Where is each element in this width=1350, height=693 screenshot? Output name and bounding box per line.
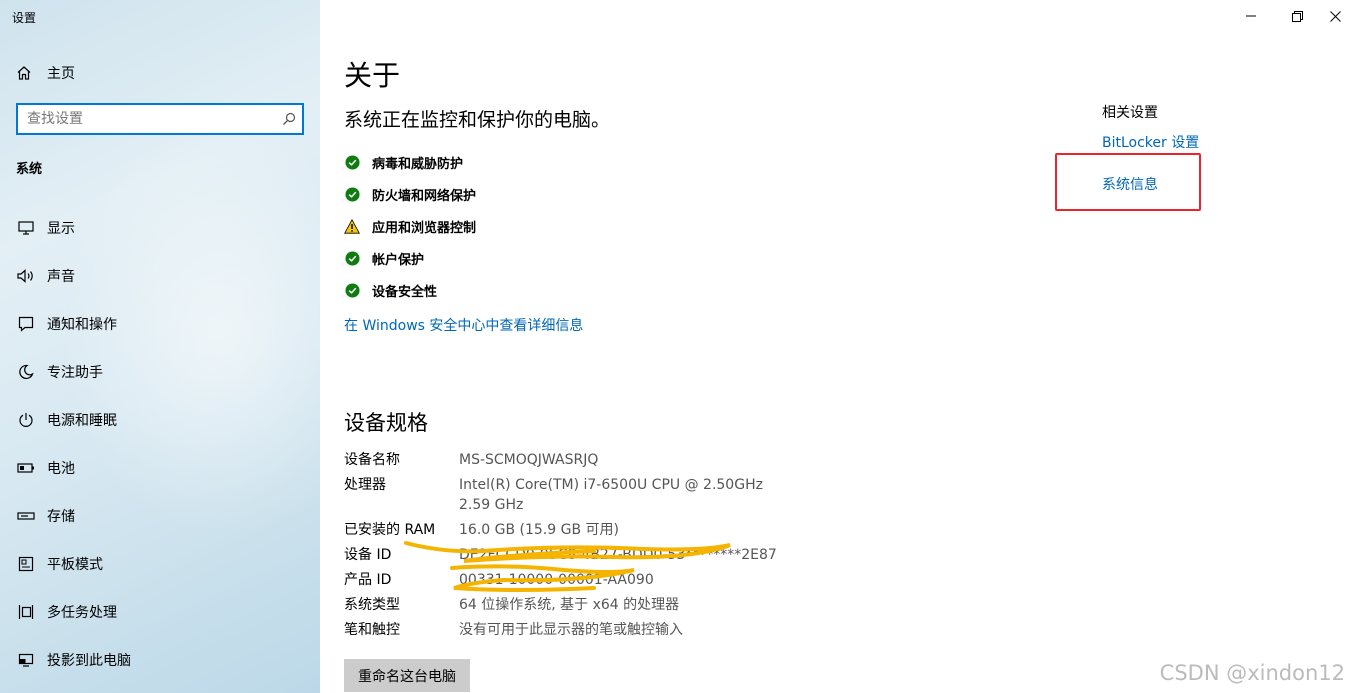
spec-key: 处理器 [344, 477, 386, 493]
sidebar-item-label: 平板模式 [47, 557, 103, 573]
security-center-link[interactable]: 在 Windows 安全中心中查看详细信息 [344, 315, 583, 335]
sidebar-item-label: 声音 [47, 269, 75, 285]
spec-key: 产品 ID [344, 572, 392, 588]
status-item-device-security: 设备安全性 [344, 274, 476, 306]
sidebar: 设置 主页 系统 显示 声音 [0, 0, 320, 693]
related-settings-title: 相关设置 [1102, 105, 1158, 121]
spec-value: MS-SCMOQJWASRJQ [459, 452, 599, 468]
sidebar-item-display[interactable]: 显示 [0, 204, 320, 252]
bitlocker-settings-link[interactable]: BitLocker 设置 [1102, 132, 1199, 152]
annotation-highlight-box [1055, 153, 1201, 211]
sidebar-item-multitasking[interactable]: 多任务处理 [0, 588, 320, 636]
spec-value: Intel(R) Core(TM) i7-6500U CPU @ 2.50GHz… [459, 477, 763, 513]
speaker-icon [16, 266, 36, 286]
check-circle-icon [344, 186, 360, 202]
moon-icon [16, 362, 36, 382]
status-label: 帐户保护 [372, 252, 425, 268]
home-label: 主页 [47, 66, 75, 82]
spec-key: 系统类型 [344, 597, 400, 613]
spec-key: 设备 ID [344, 547, 392, 563]
sidebar-item-storage[interactable]: 存储 [0, 492, 320, 540]
status-label: 防火墙和网络保护 [372, 188, 477, 204]
home-icon [17, 66, 31, 80]
sidebar-item-focus-assist[interactable]: 专注助手 [0, 348, 320, 396]
search-box[interactable] [16, 103, 304, 135]
status-label: 应用和浏览器控制 [372, 220, 477, 236]
warning-icon [344, 218, 360, 234]
sidebar-nav: 显示 声音 通知和操作 专注助手 电源和睡眠 电池 存储 平板模式 多任务处理 … [0, 204, 320, 684]
spec-key: 已安装的 RAM [344, 522, 436, 538]
spec-row: 系统类型 64 位操作系统, 基于 x64 的处理器 [344, 595, 779, 615]
status-list: 病毒和威胁防护 防火墙和网络保护 应用和浏览器控制 帐户保护 设备安全性 [344, 146, 476, 306]
spec-key: 设备名称 [344, 452, 400, 468]
spec-row: 处理器 Intel(R) Core(TM) i7-6500U CPU @ 2.5… [344, 475, 779, 515]
check-circle-icon [344, 282, 360, 298]
battery-icon [16, 458, 36, 478]
search-input[interactable] [18, 105, 276, 133]
sidebar-item-label: 通知和操作 [47, 317, 117, 333]
message-icon [16, 314, 36, 334]
status-label: 病毒和威胁防护 [372, 156, 464, 172]
spec-row: 设备 ID DE2FCCD0-95C8-4B27-BDD0-53********… [344, 541, 779, 565]
sidebar-item-label: 电池 [47, 461, 75, 477]
power-icon [16, 410, 36, 430]
tablet-icon [16, 554, 36, 574]
spec-row: 设备名称 MS-SCMOQJWASRJQ [344, 450, 779, 470]
spec-value: 00331-10000-00001-AA090 [459, 572, 654, 588]
sidebar-item-label: 显示 [47, 221, 75, 237]
spec-value: 16.0 GB (15.9 GB 可用) [459, 522, 619, 538]
status-item-virus: 病毒和威胁防护 [344, 146, 476, 178]
search-icon[interactable] [276, 112, 302, 126]
sidebar-item-sound[interactable]: 声音 [0, 252, 320, 300]
spec-row: 笔和触控 没有可用于此显示器的笔或触控输入 [344, 620, 779, 640]
section-title: 系统 [16, 162, 43, 177]
home-nav-item[interactable]: 主页 [16, 62, 75, 84]
sidebar-item-power[interactable]: 电源和睡眠 [0, 396, 320, 444]
status-item-firewall: 防火墙和网络保护 [344, 178, 476, 210]
monitor-icon [16, 218, 36, 238]
status-item-account: 帐户保护 [344, 242, 476, 274]
check-circle-icon [344, 250, 360, 266]
check-circle-icon [344, 154, 360, 170]
storage-icon [16, 506, 36, 526]
sidebar-item-notifications[interactable]: 通知和操作 [0, 300, 320, 348]
window-title: 设置 [12, 11, 37, 25]
sidebar-item-label: 专注助手 [47, 365, 103, 381]
multitask-icon [16, 602, 36, 622]
rename-pc-button[interactable]: 重命名这台电脑 [344, 659, 470, 692]
status-label: 设备安全性 [372, 284, 438, 300]
specs-table: 设备名称 MS-SCMOQJWASRJQ 处理器 Intel(R) Core(T… [344, 450, 779, 645]
specs-title: 设备规格 [344, 411, 428, 435]
spec-value: 64 位操作系统, 基于 x64 的处理器 [459, 597, 680, 613]
watermark: CSDN @xindon12 [1159, 661, 1345, 685]
spec-value: DE2FCCD0-95C8-4B27-BDD0-53********2E87 [459, 547, 777, 563]
project-icon [16, 650, 36, 670]
sidebar-item-label: 存储 [47, 509, 75, 525]
sidebar-item-label: 电源和睡眠 [47, 413, 117, 429]
spec-key: 笔和触控 [344, 622, 400, 638]
spec-value: 没有可用于此显示器的笔或触控输入 [459, 622, 683, 638]
spec-row: 已安装的 RAM 16.0 GB (15.9 GB 可用) [344, 520, 779, 540]
sidebar-item-project-to-pc[interactable]: 投影到此电脑 [0, 636, 320, 684]
spec-row: 产品 ID 00331-10000-00001-AA090 [344, 564, 779, 592]
protection-heading: 系统正在监控和保护你的电脑。 [344, 109, 611, 131]
sidebar-item-battery[interactable]: 电池 [0, 444, 320, 492]
page-title: 关于 [344, 59, 401, 92]
sidebar-item-label: 多任务处理 [47, 605, 117, 621]
sidebar-item-label: 投影到此电脑 [47, 653, 131, 669]
status-item-app-browser: 应用和浏览器控制 [344, 210, 476, 242]
sidebar-item-tablet-mode[interactable]: 平板模式 [0, 540, 320, 588]
